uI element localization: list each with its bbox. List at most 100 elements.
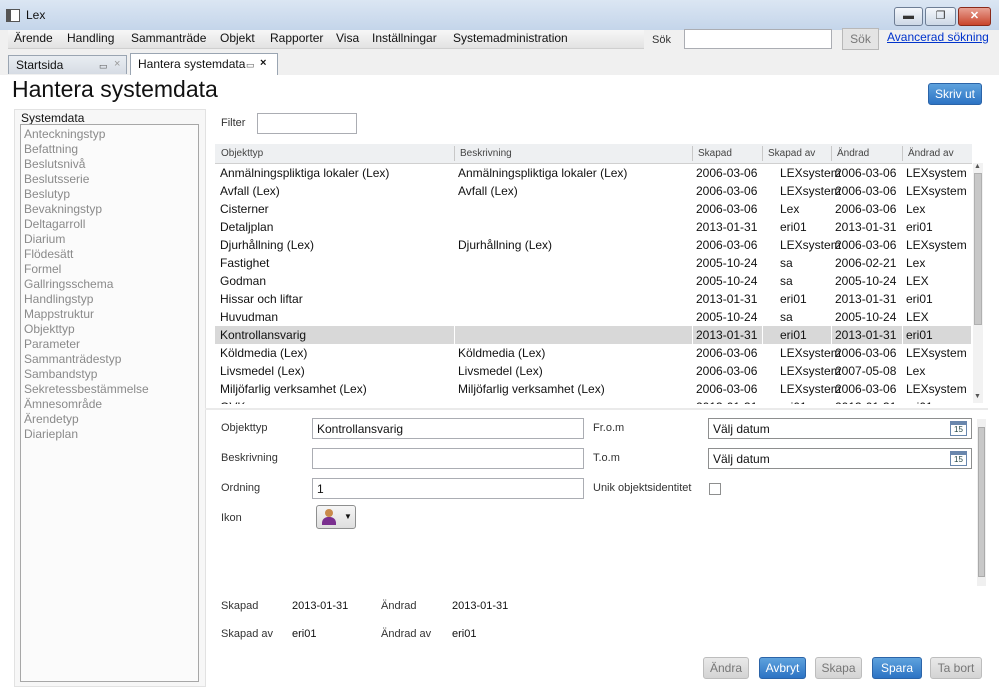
menu-rapporter[interactable]: Rapporter xyxy=(270,31,323,45)
list-item[interactable]: Sambandstyp xyxy=(24,367,97,381)
list-item[interactable]: Beslutsnivå xyxy=(24,157,85,171)
table-row[interactable]: Anmälningspliktiga lokaler (Lex) Anmälnin… xyxy=(215,164,971,182)
column-header-andrad-av[interactable]: Ändrad av xyxy=(908,148,954,159)
pin-icon[interactable]: ▭ xyxy=(246,60,255,71)
scroll-thumb[interactable] xyxy=(978,427,985,577)
list-item[interactable]: Befattning xyxy=(24,142,78,156)
list-item[interactable]: Anteckningstyp xyxy=(24,127,105,141)
table-row[interactable]: Hissar och liftar 2013-01-31 eri01 2013-01-… xyxy=(215,290,971,308)
table-row[interactable]: Fastighet 2005-10-24 sa 2006-02-21 Lex xyxy=(215,254,971,272)
maximize-button[interactable]: ❐ xyxy=(925,7,956,26)
tab-startsida[interactable]: Startsida ▭ × xyxy=(8,55,127,74)
ordning-input[interactable]: 1 xyxy=(312,478,584,499)
column-divider[interactable] xyxy=(762,146,763,161)
skapa-button[interactable]: Skapa xyxy=(815,657,862,679)
column-divider[interactable] xyxy=(831,146,832,161)
spara-button[interactable]: Spara xyxy=(872,657,922,679)
column-divider[interactable] xyxy=(454,146,455,161)
search-input[interactable] xyxy=(684,29,832,49)
scroll-down-arrow-icon[interactable]: ▼ xyxy=(974,393,981,400)
tab-hantera-systemdata[interactable]: Hantera systemdata ▭ × xyxy=(130,53,278,76)
objekttyp-input[interactable]: Kontrollansvarig xyxy=(312,418,584,439)
list-item[interactable]: Formel xyxy=(24,262,61,276)
ta-bort-button[interactable]: Ta bort xyxy=(930,657,982,679)
column-divider[interactable] xyxy=(692,146,693,161)
avbryt-button[interactable]: Avbryt xyxy=(759,657,806,679)
scroll-up-arrow-icon[interactable]: ▲ xyxy=(974,163,981,170)
table-cell: Anmälningspliktiga lokaler (Lex) xyxy=(458,166,628,180)
table-cell: Anmälningspliktiga lokaler (Lex) xyxy=(220,166,390,180)
table-cell: Hissar och liftar xyxy=(220,292,303,306)
table-cell: LEXsystem xyxy=(906,184,967,198)
table-row[interactable]: Djurhållning (Lex) Djurhållning (Lex) 2006… xyxy=(215,236,971,254)
table-row[interactable]: Miljöfarlig verksamhet (Lex) Miljöfarlig … xyxy=(215,380,971,398)
list-item[interactable]: Bevakningstyp xyxy=(24,202,102,216)
app-icon xyxy=(6,9,20,22)
table-cell: 2013-01-31 xyxy=(835,220,897,234)
menu-visa[interactable]: Visa xyxy=(336,31,359,45)
list-item[interactable]: Handlingstyp xyxy=(24,292,93,306)
column-header-skapad-av[interactable]: Skapad av xyxy=(768,148,815,159)
calendar-icon[interactable]: 15 xyxy=(950,451,967,466)
filter-input[interactable] xyxy=(257,113,357,134)
list-item[interactable]: Gallringsschema xyxy=(24,277,113,291)
pin-icon[interactable]: ▭ xyxy=(99,61,108,72)
menu-handling[interactable]: Handling xyxy=(67,31,114,45)
close-window-button[interactable]: ✕ xyxy=(958,7,991,26)
list-item[interactable]: Diarieplan xyxy=(24,427,78,441)
unik-checkbox[interactable] xyxy=(709,483,721,495)
list-item[interactable]: Sammanträdestyp xyxy=(24,352,121,366)
advanced-search-link[interactable]: Avancerad sökning xyxy=(887,30,989,44)
table-row[interactable]: Detaljplan 2013-01-31 eri01 2013-01-31 eri01 xyxy=(215,218,971,236)
table-row[interactable]: Cisterner 2006-03-06 Lex 2006-03-06 Lex xyxy=(215,200,971,218)
table-row[interactable]: Köldmedia (Lex) Köldmedia (Lex) 2006-03-06… xyxy=(215,344,971,362)
calendar-icon[interactable]: 15 xyxy=(950,421,967,436)
list-item[interactable]: Mappstruktur xyxy=(24,307,94,321)
minimize-button[interactable]: ▬ xyxy=(894,7,923,26)
column-header-andrad[interactable]: Ändrad xyxy=(837,148,869,159)
column-divider[interactable] xyxy=(902,146,903,161)
menu-objekt[interactable]: Objekt xyxy=(220,31,255,45)
column-header-objekttyp[interactable]: Objekttyp xyxy=(221,148,263,159)
table-cell: Köldmedia (Lex) xyxy=(458,346,546,360)
close-tab-icon[interactable]: × xyxy=(260,57,266,69)
list-item[interactable]: Objekttyp xyxy=(24,322,75,336)
list-item[interactable]: Flödesätt xyxy=(24,247,73,261)
menu-installningar[interactable]: Inställningar xyxy=(372,31,437,45)
beskrivning-input[interactable] xyxy=(312,448,584,469)
table-cell: LEXsystem xyxy=(780,184,841,198)
grid-scrollbar[interactable]: ▲ ▼ xyxy=(973,163,983,403)
table-cell: 2005-10-24 xyxy=(696,256,758,270)
tom-date-picker[interactable]: Välj datum 15 xyxy=(708,448,972,469)
detail-scrollbar[interactable] xyxy=(977,419,986,586)
table-row[interactable]: Huvudman 2005-10-24 sa 2005-10-24 LEX xyxy=(215,308,971,326)
table-cell: Livsmedel (Lex) xyxy=(220,364,305,378)
ikon-dropdown[interactable]: ▼ xyxy=(316,505,356,529)
list-item[interactable]: Sekretessbestämmelse xyxy=(24,382,149,396)
table-row[interactable]: Avfall (Lex) Avfall (Lex) 2006-03-06 LEXsys… xyxy=(215,182,971,200)
list-item[interactable]: Beslutsserie xyxy=(24,172,89,186)
table-row[interactable]: OVK 2013-01-31 eri01 2013-01-31 eri01 xyxy=(215,398,971,404)
scroll-thumb[interactable] xyxy=(974,173,982,325)
search-button[interactable]: Sök xyxy=(842,28,879,50)
list-item[interactable]: Ärendetyp xyxy=(24,412,79,426)
table-cell: Kontrollansvarig xyxy=(220,328,307,342)
list-item[interactable]: Ämnesområde xyxy=(24,397,102,411)
table-row[interactable]: Godman 2005-10-24 sa 2005-10-24 LEX xyxy=(215,272,971,290)
menu-sammantrade[interactable]: Sammanträde xyxy=(131,31,206,45)
list-item[interactable]: Diarium xyxy=(24,232,65,246)
table-row[interactable]: Kontrollansvarig 2013-01-31 eri01 2013-01-3… xyxy=(215,326,971,344)
from-date-picker[interactable]: Välj datum 15 xyxy=(708,418,972,439)
table-cell: 2006-03-06 xyxy=(696,238,758,252)
menu-arende[interactable]: Ärende xyxy=(14,31,53,45)
column-header-beskrivning[interactable]: Beskrivning xyxy=(460,148,512,159)
menu-systemadministration[interactable]: Systemadministration xyxy=(453,31,568,45)
column-header-skapad[interactable]: Skapad xyxy=(698,148,732,159)
print-button[interactable]: Skriv ut xyxy=(928,83,982,105)
list-item[interactable]: Beslutyp xyxy=(24,187,70,201)
list-item[interactable]: Deltagarroll xyxy=(24,217,85,231)
table-row[interactable]: Livsmedel (Lex) Livsmedel (Lex) 2006-03-06… xyxy=(215,362,971,380)
list-item[interactable]: Parameter xyxy=(24,337,80,351)
close-tab-icon[interactable]: × xyxy=(114,58,120,70)
andra-button[interactable]: Ändra xyxy=(703,657,749,679)
